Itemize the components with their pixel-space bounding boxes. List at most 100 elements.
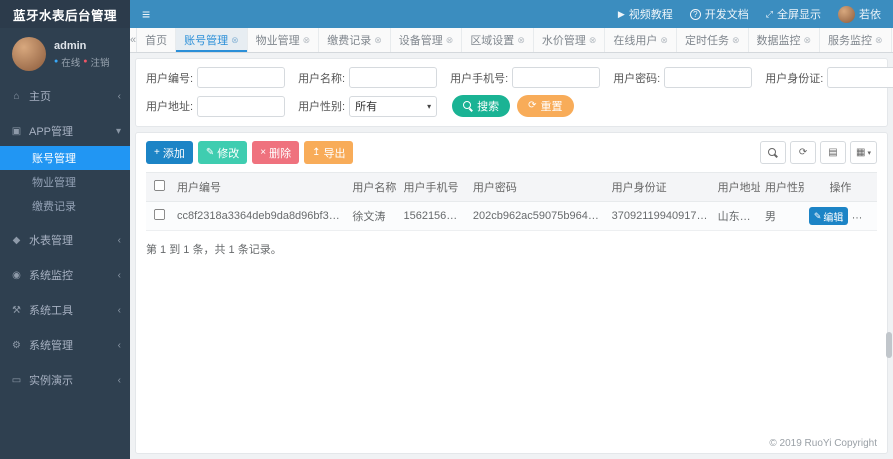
row-checkbox[interactable] [153,208,165,221]
caret-down-icon: ▾ [867,149,871,157]
sidebar-item-home[interactable]: ⌂ 主页 ‹ [0,83,130,109]
topbar-username: 若依 [859,9,881,21]
video-tutorial-link[interactable]: ▶ 视频教程 [618,6,673,22]
tabs-scroll-left-icon[interactable]: « [130,28,138,52]
close-icon[interactable]: ⊗ [660,35,668,45]
tab-online-users[interactable]: 在线用户 ⊗ [605,28,677,52]
select-all-checkbox[interactable] [153,179,165,192]
chevron-left-icon: ‹ [117,90,121,102]
tab-data-monitor[interactable]: 数据监控 ⊗ [749,28,821,52]
scrollbar-thumb[interactable] [886,332,892,358]
menu-toggle-icon[interactable]: ≡ [142,7,150,21]
search-icon [768,147,778,158]
close-icon[interactable]: ⊗ [875,35,883,45]
tab-home[interactable]: 首页 [137,28,177,52]
sidebar-item-system-management[interactable]: ⚙ 系统管理 ‹ [0,332,130,358]
sidebar-item-payment-records[interactable]: 缴费记录 [0,194,130,218]
sidebar-item-system-monitor[interactable]: ◉ 系统监控 ‹ [0,262,130,288]
sidebar: 蓝牙水表后台管理 admin ● 在线 ● 注销 ⌂ 主页 ‹ ▣ APP管理 … [0,0,130,459]
sidebar-item-property-management[interactable]: 物业管理 [0,170,130,194]
close-icon[interactable]: ⊗ [517,35,525,45]
user-name-input[interactable] [349,67,438,88]
modify-button[interactable]: ✎ 修改 [197,141,248,164]
cell-address: 山东泰安 [712,201,761,231]
search-form: 用户编号: 用户名称: 用户手机号: 用户密码: 用户身份证: 用户地址: 用户… [135,58,893,127]
sidebar-item-water-meter[interactable]: ◆ 水表管理 ‹ [0,227,130,253]
col-phone: 用户手机号 [398,172,468,202]
sidebar-item-label: 物业管理 [32,177,76,189]
user-password-input[interactable] [664,67,753,88]
online-status-link[interactable]: 在线 [61,55,80,69]
tab-bar: « 首页 账号管理 ⊗ 物业管理 ⊗ 缴费记录 ⊗ 设备管理 ⊗ 区域设置 ⊗ … [130,28,893,53]
close-icon[interactable]: ⊗ [446,35,454,45]
user-phone-label: 用户手机号: [450,72,509,85]
tab-account-management[interactable]: 账号管理 ⊗ [176,28,248,52]
table-search-button[interactable] [760,141,787,164]
sidebar-item-label: 实例演示 [29,375,73,387]
tab-service-monitor[interactable]: 服务监控 ⊗ [820,28,892,52]
add-button[interactable]: + 添加 [146,141,193,164]
row-delete-button[interactable]: × 删除 [855,207,877,225]
tab-label: 物业管理 [255,35,300,47]
scrollbar[interactable] [885,54,893,459]
table-columns-button[interactable]: ▦ ▾ [850,141,877,164]
sidebar-item-label: 水表管理 [29,235,73,247]
question-icon: ? [689,8,701,20]
tab-scheduled-tasks[interactable]: 定时任务 ⊗ [677,28,749,52]
sidebar-item-system-tools[interactable]: ⚒ 系统工具 ‹ [0,297,130,323]
user-address-input[interactable] [197,95,286,117]
tab-payment-records[interactable]: 缴费记录 ⊗ [319,28,391,52]
logout-link[interactable]: 注销 [90,55,109,69]
tab-label: 在线用户 [613,35,658,47]
sidebar-user-panel: admin ● 在线 ● 注销 [0,28,130,79]
copyright: © 2019 RuoYi Copyright [769,438,877,449]
user-no-input[interactable] [197,67,286,88]
fullscreen-button[interactable]: ⤢ 全屏显示 [766,6,821,22]
table-header-row: 用户编号 用户名称 用户手机号 用户密码 用户身份证 用户地址 用户性别 操作 [146,172,877,202]
dev-docs-label: 开发文档 [704,9,749,21]
sidebar-item-label: 系统管理 [29,340,73,352]
sidebar-item-demo[interactable]: ▭ 实例演示 ‹ [0,367,130,393]
table-refresh-button[interactable]: ⟳ [790,141,817,164]
avatar[interactable] [12,37,46,71]
tab-property-management[interactable]: 物业管理 ⊗ [248,28,320,52]
close-icon[interactable]: ⊗ [732,35,740,45]
gender-select[interactable]: 所有 ▾ [349,95,438,117]
sidebar-submenu: 账号管理 物业管理 缴费记录 [0,146,130,218]
sidebar-item-label: APP管理 [29,126,74,138]
row-edit-button[interactable]: ✎ 编辑 [808,207,849,225]
users-table: 用户编号 用户名称 用户手机号 用户密码 用户身份证 用户地址 用户性别 操作 [146,172,877,231]
fullscreen-icon: ⤢ [765,8,773,19]
user-phone-input[interactable] [512,67,601,88]
reset-button[interactable]: ⟳ 重置 [517,95,574,117]
col-password: 用户密码 [467,172,607,202]
app-title: 蓝牙水表后台管理 [0,0,130,28]
close-icon[interactable]: ⊗ [231,35,239,45]
close-icon[interactable]: ⊗ [589,35,597,45]
user-idcard-input[interactable] [827,67,893,88]
main-area: ≡ ▶ 视频教程 ? 开发文档 ⤢ 全屏显示 若依 « 首页 账号管理 ⊗ 物业… [130,0,893,459]
topbar-user-menu[interactable]: 若依 [838,5,881,23]
sidebar-item-label: 账号管理 [32,153,76,165]
content-area: 用户编号: 用户名称: 用户手机号: 用户密码: 用户身份证: 用户地址: 用户… [130,53,893,459]
close-icon[interactable]: ⊗ [374,35,382,45]
table-toggle-view-button[interactable]: ▤ [820,141,847,164]
water-meter-icon: ◆ [12,234,21,246]
sidebar-item-app-management[interactable]: ▣ APP管理 ▾ [0,118,130,144]
export-button[interactable]: ↥ 导出 [304,141,354,164]
tab-label: 首页 [145,35,168,47]
tab-region-settings[interactable]: 区域设置 ⊗ [462,28,534,52]
delete-button[interactable]: × 删除 [252,141,300,164]
sidebar-item-label: 系统工具 [29,305,73,317]
close-icon[interactable]: ⊗ [303,35,311,45]
search-button[interactable]: 搜索 [452,95,511,117]
close-icon[interactable]: ⊗ [804,35,812,45]
list-icon: ▤ [828,147,838,158]
refresh-icon: ⟳ [798,147,808,158]
tab-water-price[interactable]: 水价管理 ⊗ [534,28,606,52]
tab-device-management[interactable]: 设备管理 ⊗ [391,28,463,52]
dev-docs-link[interactable]: ? 开发文档 [689,6,749,22]
chevron-left-icon: ‹ [117,234,121,246]
sidebar-item-account-management[interactable]: 账号管理 [0,146,130,170]
cell-user-name: 徐文涛 [347,201,399,231]
